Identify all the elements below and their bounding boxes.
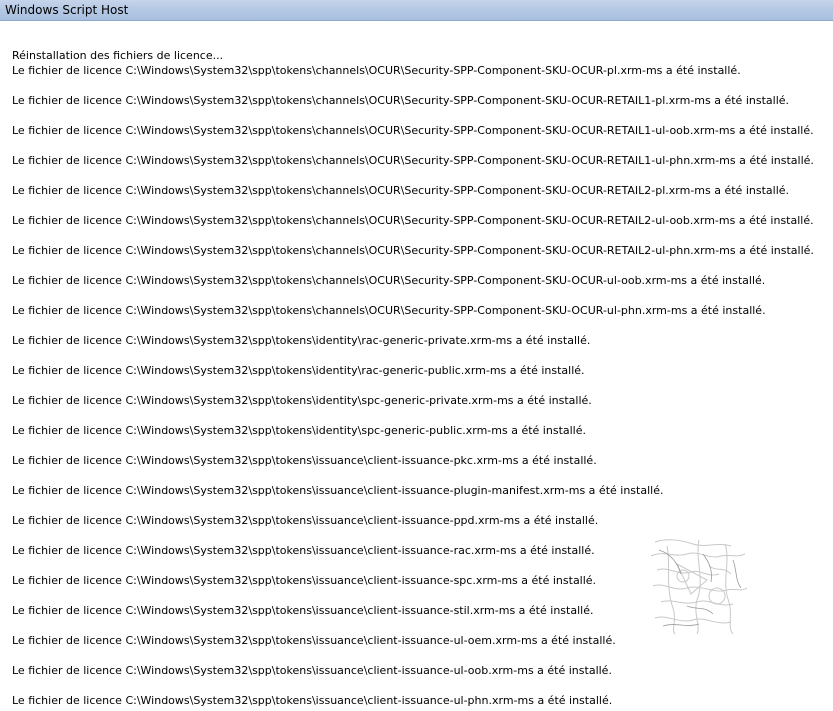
sketch-watermark-icon	[650, 539, 748, 635]
list-item: Le fichier de licence C:\Windows\System3…	[12, 394, 592, 407]
list-item: Le fichier de licence C:\Windows\System3…	[12, 454, 597, 467]
window-title: Windows Script Host	[5, 3, 129, 17]
list-item: Le fichier de licence C:\Windows\System3…	[12, 634, 616, 647]
list-item: Le fichier de licence C:\Windows\System3…	[12, 244, 814, 257]
list-item: Le fichier de licence C:\Windows\System3…	[12, 124, 814, 137]
list-item: Le fichier de licence C:\Windows\System3…	[12, 694, 613, 707]
title-bar[interactable]: Windows Script Host	[0, 0, 833, 21]
list-item: Le fichier de licence C:\Windows\System3…	[12, 664, 612, 677]
list-item: Le fichier de licence C:\Windows\System3…	[12, 484, 664, 497]
list-item: Le fichier de licence C:\Windows\System3…	[12, 424, 586, 437]
list-item: Le fichier de licence C:\Windows\System3…	[12, 154, 814, 167]
list-item: Le fichier de licence C:\Windows\System3…	[12, 184, 790, 197]
list-item: Le fichier de licence C:\Windows\System3…	[12, 214, 814, 227]
dialog-window: Windows Script Host Réinstallation des f…	[0, 0, 833, 711]
list-item: Le fichier de licence C:\Windows\System3…	[12, 334, 591, 347]
message-heading: Réinstallation des fichiers de licence..…	[12, 49, 224, 62]
list-item: Le fichier de licence C:\Windows\System3…	[12, 274, 766, 287]
list-item: Le fichier de licence C:\Windows\System3…	[12, 364, 585, 377]
list-item: Le fichier de licence C:\Windows\System3…	[12, 94, 790, 107]
list-item: Le fichier de licence C:\Windows\System3…	[12, 64, 741, 77]
list-item: Le fichier de licence C:\Windows\System3…	[12, 304, 766, 317]
